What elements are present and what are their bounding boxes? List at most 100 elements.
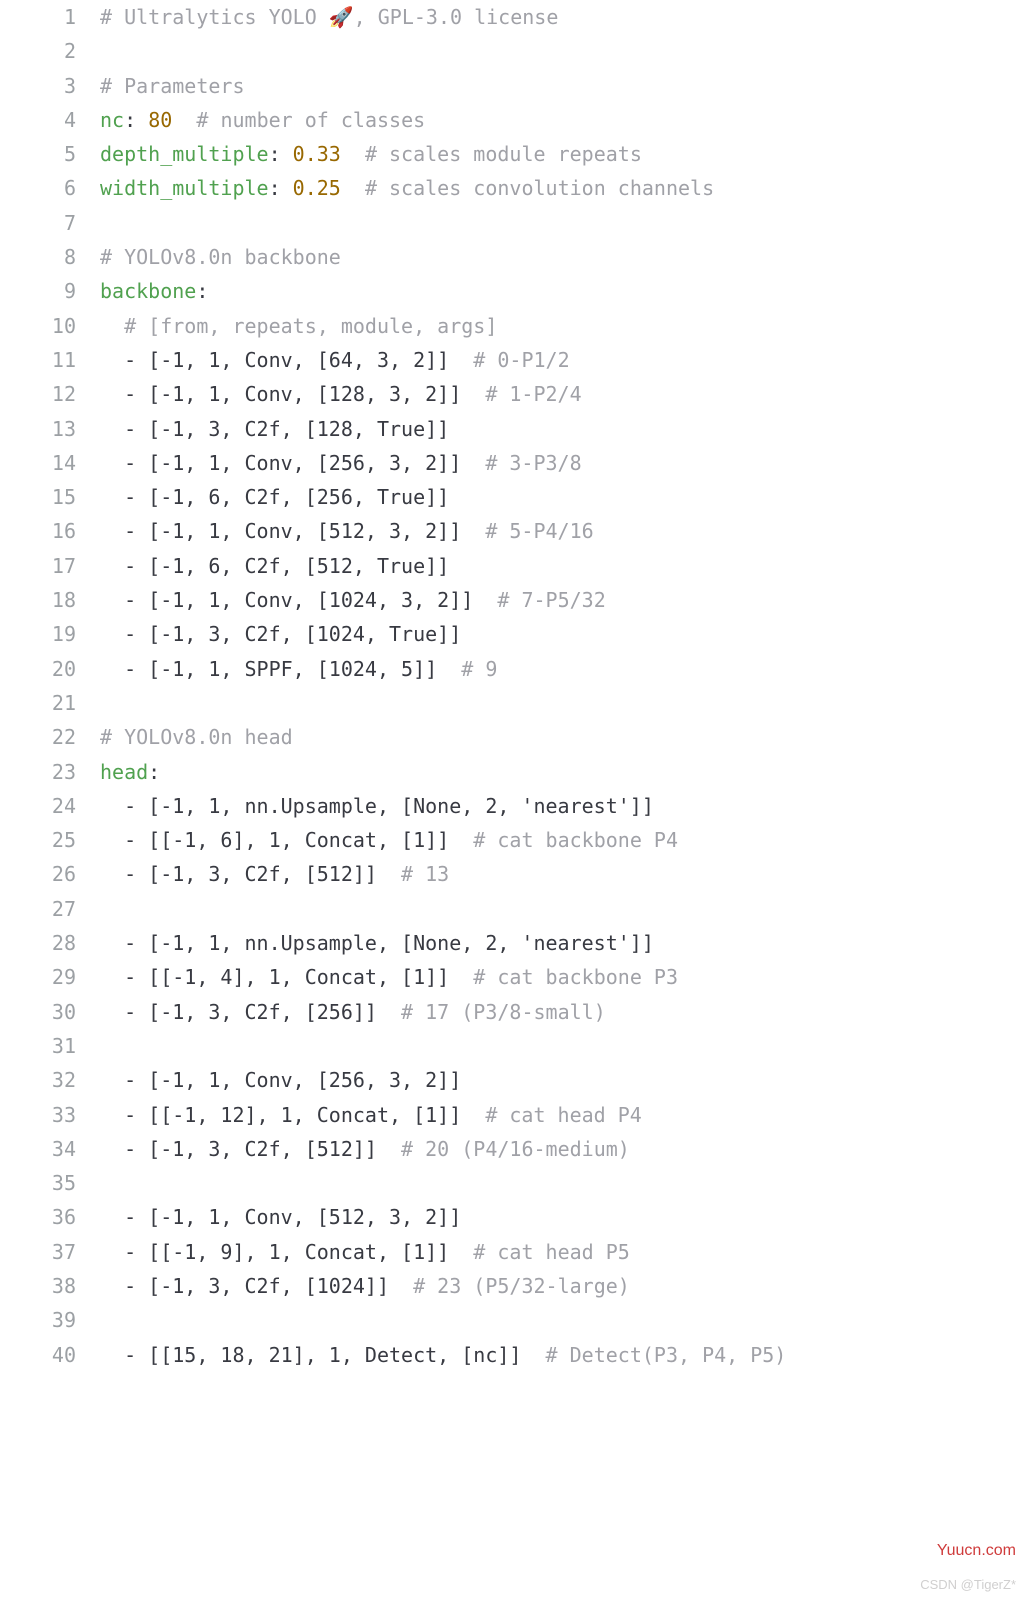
code-line[interactable]: - [-1, 1, Conv, [128, 3, 2]] # 1-P2/4 bbox=[100, 377, 1024, 411]
code-token-txt: - [-1, 1, Conv, [128, 3, 2]] bbox=[100, 382, 485, 406]
code-line[interactable]: - [-1, 1, Conv, [512, 3, 2]] # 5-P4/16 bbox=[100, 514, 1024, 548]
code-token-txt: - [-1, 3, C2f, [512]] bbox=[100, 1137, 401, 1161]
code-token-comment: # 17 (P3/8-small) bbox=[401, 1000, 606, 1024]
code-token-txt: - [[-1, 4], 1, Concat, [1]] bbox=[100, 965, 473, 989]
line-number: 36 bbox=[0, 1200, 76, 1234]
code-token-comment: # YOLOv8.0n head bbox=[100, 725, 293, 749]
line-number: 29 bbox=[0, 960, 76, 994]
code-line[interactable]: # [from, repeats, module, args] bbox=[100, 309, 1024, 343]
code-line[interactable]: depth_multiple: 0.33 # scales module rep… bbox=[100, 137, 1024, 171]
code-token-txt: - [-1, 1, Conv, [64, 3, 2]] bbox=[100, 348, 473, 372]
code-line[interactable]: - [-1, 6, C2f, [512, True]] bbox=[100, 549, 1024, 583]
code-token-comment: # 1-P2/4 bbox=[485, 382, 581, 406]
code-token-comment: # number of classes bbox=[196, 108, 425, 132]
code-line[interactable]: - [-1, 3, C2f, [512]] # 13 bbox=[100, 857, 1024, 891]
line-number: 18 bbox=[0, 583, 76, 617]
line-number: 10 bbox=[0, 309, 76, 343]
code-line[interactable]: nc: 80 # number of classes bbox=[100, 103, 1024, 137]
line-number: 19 bbox=[0, 617, 76, 651]
code-token-txt: - [-1, 1, Conv, [1024, 3, 2]] bbox=[100, 588, 497, 612]
line-number: 13 bbox=[0, 412, 76, 446]
line-number: 30 bbox=[0, 995, 76, 1029]
code-line[interactable] bbox=[100, 686, 1024, 720]
code-token-comment: # cat backbone P3 bbox=[473, 965, 678, 989]
code-token-key: head bbox=[100, 760, 148, 784]
code-token-txt: - [-1, 1, Conv, [256, 3, 2]] bbox=[100, 1068, 461, 1092]
code-token-txt: - [[-1, 12], 1, Concat, [1]] bbox=[100, 1103, 485, 1127]
code-token-comment: # scales convolution channels bbox=[365, 176, 714, 200]
code-line[interactable] bbox=[100, 34, 1024, 68]
code-token-num: 80 bbox=[148, 108, 172, 132]
code-token-comment: # cat head P4 bbox=[485, 1103, 642, 1127]
line-number: 16 bbox=[0, 514, 76, 548]
code-token-sep: : bbox=[124, 108, 148, 132]
code-line[interactable]: - [-1, 1, nn.Upsample, [None, 2, 'neares… bbox=[100, 789, 1024, 823]
code-token-key: width_multiple bbox=[100, 176, 269, 200]
line-number: 28 bbox=[0, 926, 76, 960]
line-number: 26 bbox=[0, 857, 76, 891]
code-token-txt: - [-1, 3, C2f, [1024, True]] bbox=[100, 622, 461, 646]
line-number: 37 bbox=[0, 1235, 76, 1269]
code-line[interactable]: - [-1, 1, Conv, [1024, 3, 2]] # 7-P5/32 bbox=[100, 583, 1024, 617]
code-line[interactable]: - [[-1, 6], 1, Concat, [1]] # cat backbo… bbox=[100, 823, 1024, 857]
line-number: 35 bbox=[0, 1166, 76, 1200]
code-line[interactable]: - [[-1, 4], 1, Concat, [1]] # cat backbo… bbox=[100, 960, 1024, 994]
code-token-txt: - [-1, 3, C2f, [128, True]] bbox=[100, 417, 449, 441]
code-line[interactable]: - [-1, 6, C2f, [256, True]] bbox=[100, 480, 1024, 514]
code-token-key: nc bbox=[100, 108, 124, 132]
code-line[interactable]: width_multiple: 0.25 # scales convolutio… bbox=[100, 171, 1024, 205]
code-token-comment: # scales module repeats bbox=[365, 142, 642, 166]
code-line[interactable]: - [-1, 1, nn.Upsample, [None, 2, 'neares… bbox=[100, 926, 1024, 960]
code-line[interactable]: # YOLOv8.0n backbone bbox=[100, 240, 1024, 274]
code-line[interactable]: - [-1, 3, C2f, [512]] # 20 (P4/16-medium… bbox=[100, 1132, 1024, 1166]
line-number: 22 bbox=[0, 720, 76, 754]
code-token-sep: : bbox=[148, 760, 160, 784]
code-line[interactable]: - [-1, 1, SPPF, [1024, 5]] # 9 bbox=[100, 652, 1024, 686]
line-number: 27 bbox=[0, 892, 76, 926]
code-line[interactable] bbox=[100, 1029, 1024, 1063]
code-editor: 1234567891011121314151617181920212223242… bbox=[0, 0, 1024, 1372]
code-token-comment: # Detect(P3, P4, P5) bbox=[546, 1343, 787, 1367]
code-line[interactable]: - [-1, 3, C2f, [1024]] # 23 (P5/32-large… bbox=[100, 1269, 1024, 1303]
line-number: 5 bbox=[0, 137, 76, 171]
code-line[interactable] bbox=[100, 206, 1024, 240]
code-line[interactable]: - [-1, 1, Conv, [256, 3, 2]] # 3-P3/8 bbox=[100, 446, 1024, 480]
line-number: 34 bbox=[0, 1132, 76, 1166]
line-number: 25 bbox=[0, 823, 76, 857]
code-token-comment: # 3-P3/8 bbox=[485, 451, 581, 475]
code-line[interactable] bbox=[100, 1166, 1024, 1200]
code-line[interactable]: # YOLOv8.0n head bbox=[100, 720, 1024, 754]
code-token-comment: # 9 bbox=[461, 657, 497, 681]
code-line[interactable]: - [[-1, 9], 1, Concat, [1]] # cat head P… bbox=[100, 1235, 1024, 1269]
line-number: 20 bbox=[0, 652, 76, 686]
code-token-txt: - [-1, 1, Conv, [512, 3, 2]] bbox=[100, 1205, 461, 1229]
code-token-comment: # cat backbone P4 bbox=[473, 828, 678, 852]
code-content[interactable]: # Ultralytics YOLO 🚀, GPL-3.0 license # P… bbox=[100, 0, 1024, 1372]
line-number: 32 bbox=[0, 1063, 76, 1097]
code-line[interactable]: - [-1, 1, Conv, [256, 3, 2]] bbox=[100, 1063, 1024, 1097]
code-token-txt bbox=[172, 108, 196, 132]
line-number: 6 bbox=[0, 171, 76, 205]
code-token-txt: - [-1, 1, Conv, [512, 3, 2]] bbox=[100, 519, 485, 543]
code-line[interactable]: backbone: bbox=[100, 274, 1024, 308]
code-line[interactable]: - [-1, 3, C2f, [1024, True]] bbox=[100, 617, 1024, 651]
code-token-comment: # Parameters bbox=[100, 74, 245, 98]
code-token-comment: # 23 (P5/32-large) bbox=[413, 1274, 630, 1298]
line-number: 4 bbox=[0, 103, 76, 137]
line-number: 31 bbox=[0, 1029, 76, 1063]
code-line[interactable]: - [-1, 3, C2f, [128, True]] bbox=[100, 412, 1024, 446]
code-token-key: backbone bbox=[100, 279, 196, 303]
code-line[interactable]: # Parameters bbox=[100, 69, 1024, 103]
code-token-txt: - [-1, 3, C2f, [256]] bbox=[100, 1000, 401, 1024]
code-line[interactable]: # Ultralytics YOLO 🚀, GPL-3.0 license bbox=[100, 0, 1024, 34]
code-line[interactable]: head: bbox=[100, 755, 1024, 789]
code-line[interactable]: - [-1, 1, Conv, [64, 3, 2]] # 0-P1/2 bbox=[100, 343, 1024, 377]
code-line[interactable]: - [[-1, 12], 1, Concat, [1]] # cat head … bbox=[100, 1098, 1024, 1132]
code-line[interactable]: - [[15, 18, 21], 1, Detect, [nc]] # Dete… bbox=[100, 1338, 1024, 1372]
code-line[interactable]: - [-1, 3, C2f, [256]] # 17 (P3/8-small) bbox=[100, 995, 1024, 1029]
code-line[interactable] bbox=[100, 892, 1024, 926]
code-line[interactable]: - [-1, 1, Conv, [512, 3, 2]] bbox=[100, 1200, 1024, 1234]
code-line[interactable] bbox=[100, 1303, 1024, 1337]
code-token-comment: # 0-P1/2 bbox=[473, 348, 569, 372]
code-token-txt: - [-1, 6, C2f, [256, True]] bbox=[100, 485, 449, 509]
